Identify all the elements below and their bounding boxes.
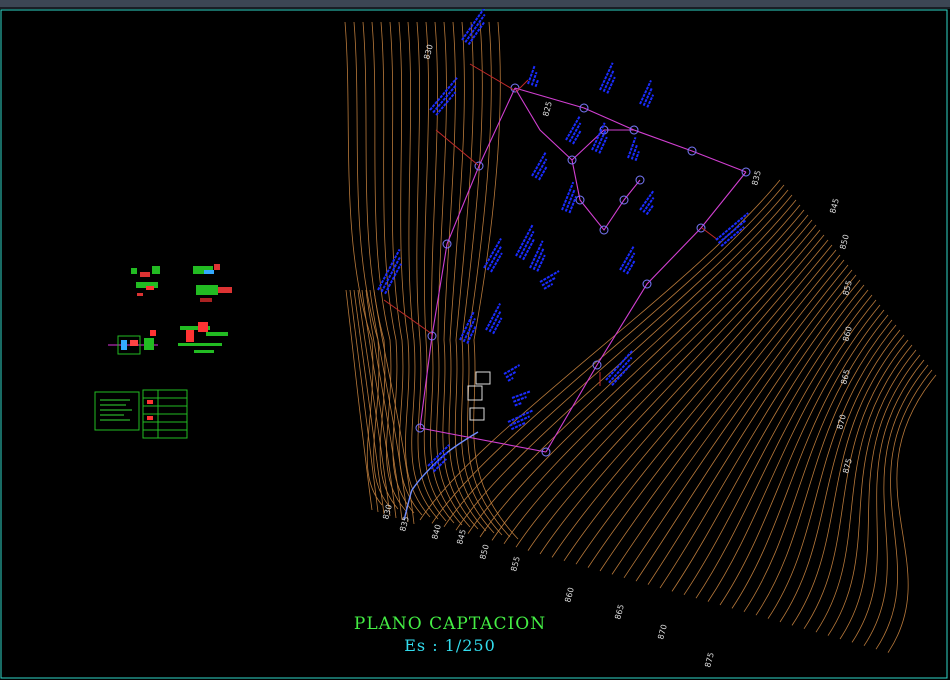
contour-label: 860 [841, 325, 854, 342]
contour-line [539, 229, 821, 555]
contour-line [479, 204, 801, 538]
pipe-nodes [415, 83, 751, 457]
cad-drawing-canvas[interactable]: 830825835845850855860865870875830835 840 8… [0, 9, 950, 680]
contour-line [443, 189, 789, 528]
contour-elevation-labels: 830825835845850855860865870875830835 840 8… [381, 43, 854, 668]
contour-line [491, 209, 805, 541]
pipe-annotation [639, 189, 655, 216]
pipe-annotation [627, 136, 640, 162]
pipe-annotation [539, 270, 560, 290]
pipe-annotation [507, 409, 534, 431]
pipe-annotation [461, 9, 486, 46]
contour-line [407, 21, 439, 520]
contour-label: 835 [398, 515, 411, 532]
detail-thumbnails [94, 264, 232, 439]
pipe-annotation [599, 62, 616, 94]
contour-label: 875 [841, 457, 854, 474]
detail-thumb-1 [131, 266, 160, 296]
contour-label: 850 [838, 233, 851, 250]
contour-line [467, 21, 511, 538]
pipe-annotation [605, 349, 634, 387]
contour-line [647, 274, 857, 585]
contour-label: 835 [750, 169, 763, 186]
window-title-bar [0, 0, 950, 9]
pipe-annotation [565, 115, 582, 145]
plan-title: PLANO CAPTACION [354, 614, 546, 634]
contour-label: 830 [422, 43, 435, 60]
contour-line [551, 234, 825, 558]
contour-label: 865 [613, 603, 626, 620]
contour-line [683, 289, 869, 596]
pipe-annotation [531, 151, 548, 181]
contour-line [827, 349, 917, 636]
contour-line [473, 21, 519, 540]
contour-line [503, 214, 809, 545]
contour-line [887, 374, 937, 653]
contour-label: 855 [841, 279, 854, 296]
legend-table [94, 389, 188, 439]
pipe-annotation [511, 390, 532, 407]
contour-line [345, 289, 373, 511]
contour-label: 860 [563, 586, 576, 603]
contour-label: 850 [478, 543, 491, 560]
contour-label: 870 [656, 623, 669, 640]
contour-line [563, 239, 829, 562]
plan-scale: Es : 1/250 [404, 636, 496, 655]
contour-label: 845 [828, 197, 841, 214]
contour-label: 870 [835, 413, 848, 430]
contour-line [398, 21, 431, 518]
pipe-annotation [527, 64, 540, 88]
contour-line [448, 21, 487, 532]
contour-label: 875 [703, 651, 716, 668]
contour-label: 855 [509, 555, 522, 572]
contour-label: 825 [541, 100, 554, 117]
detail-thumb-4 [178, 322, 228, 353]
contour-line [815, 344, 913, 633]
contour-label: 840 [430, 523, 443, 540]
pipe-annotation [503, 364, 521, 382]
contour-line [455, 194, 793, 531]
contour-line [623, 264, 849, 579]
pipe-annotation [619, 245, 636, 275]
contour-line [454, 21, 495, 534]
pipe-annotation [485, 303, 503, 335]
pipe-annotation [639, 80, 655, 108]
contour-line [442, 21, 479, 530]
intake-structures [467, 371, 491, 421]
contour-line [460, 21, 503, 536]
contour-line [851, 359, 925, 643]
annotations [377, 9, 749, 473]
detail-thumb-3 [108, 330, 158, 355]
contour-line [344, 21, 383, 506]
pipe-annotation [529, 240, 546, 272]
contour-label: 845 [455, 528, 468, 545]
detail-thumb-2 [193, 264, 232, 302]
contour-line [659, 279, 861, 589]
contour-line [707, 299, 877, 602]
